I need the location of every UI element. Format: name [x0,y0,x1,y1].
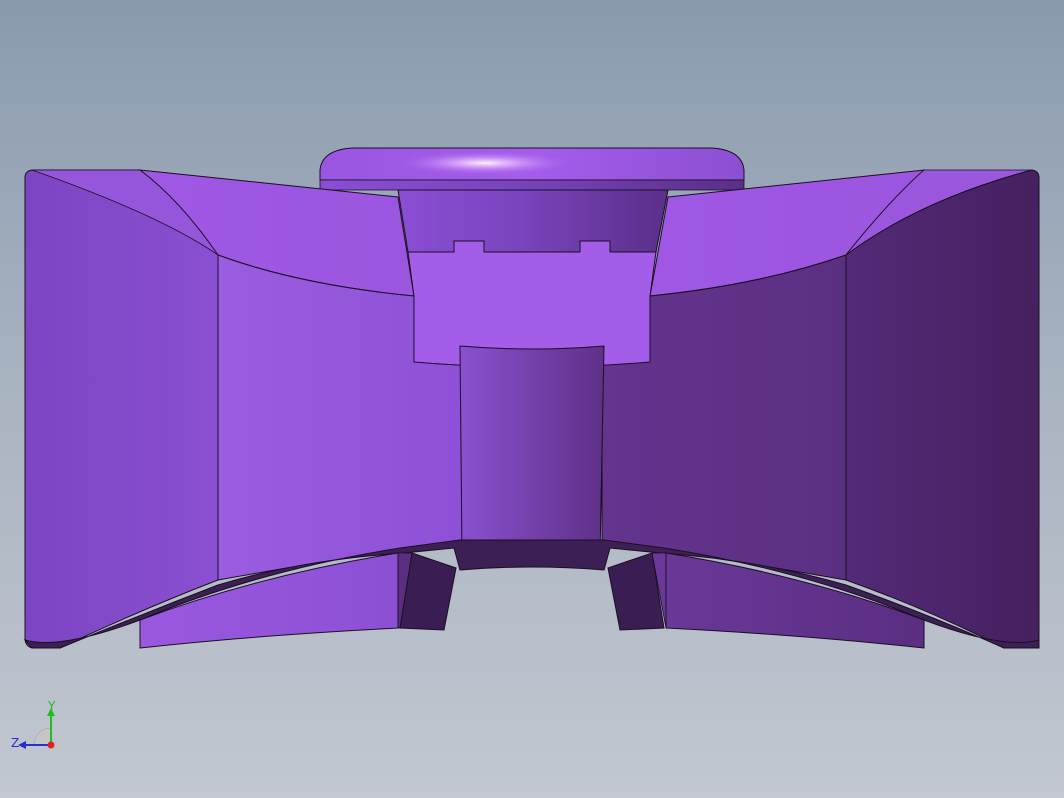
left-wing-face [24,169,219,649]
cap-highlight [395,151,575,175]
center-underside [444,564,620,630]
3d-part-model[interactable] [0,0,1064,798]
cylinder-body [319,179,745,191]
cylinder-center [397,189,669,253]
triad-quarter-disc [33,727,52,746]
orientation-triad[interactable]: Y Z [8,700,68,760]
center-block [407,240,657,368]
x-axis-dot [47,741,55,749]
z-axis-label: Z [11,736,19,750]
y-axis-label: Y [47,700,56,713]
right-wing-face [845,169,1040,649]
cad-viewport[interactable]: Y Z [0,0,1064,798]
center-tab [459,345,605,559]
